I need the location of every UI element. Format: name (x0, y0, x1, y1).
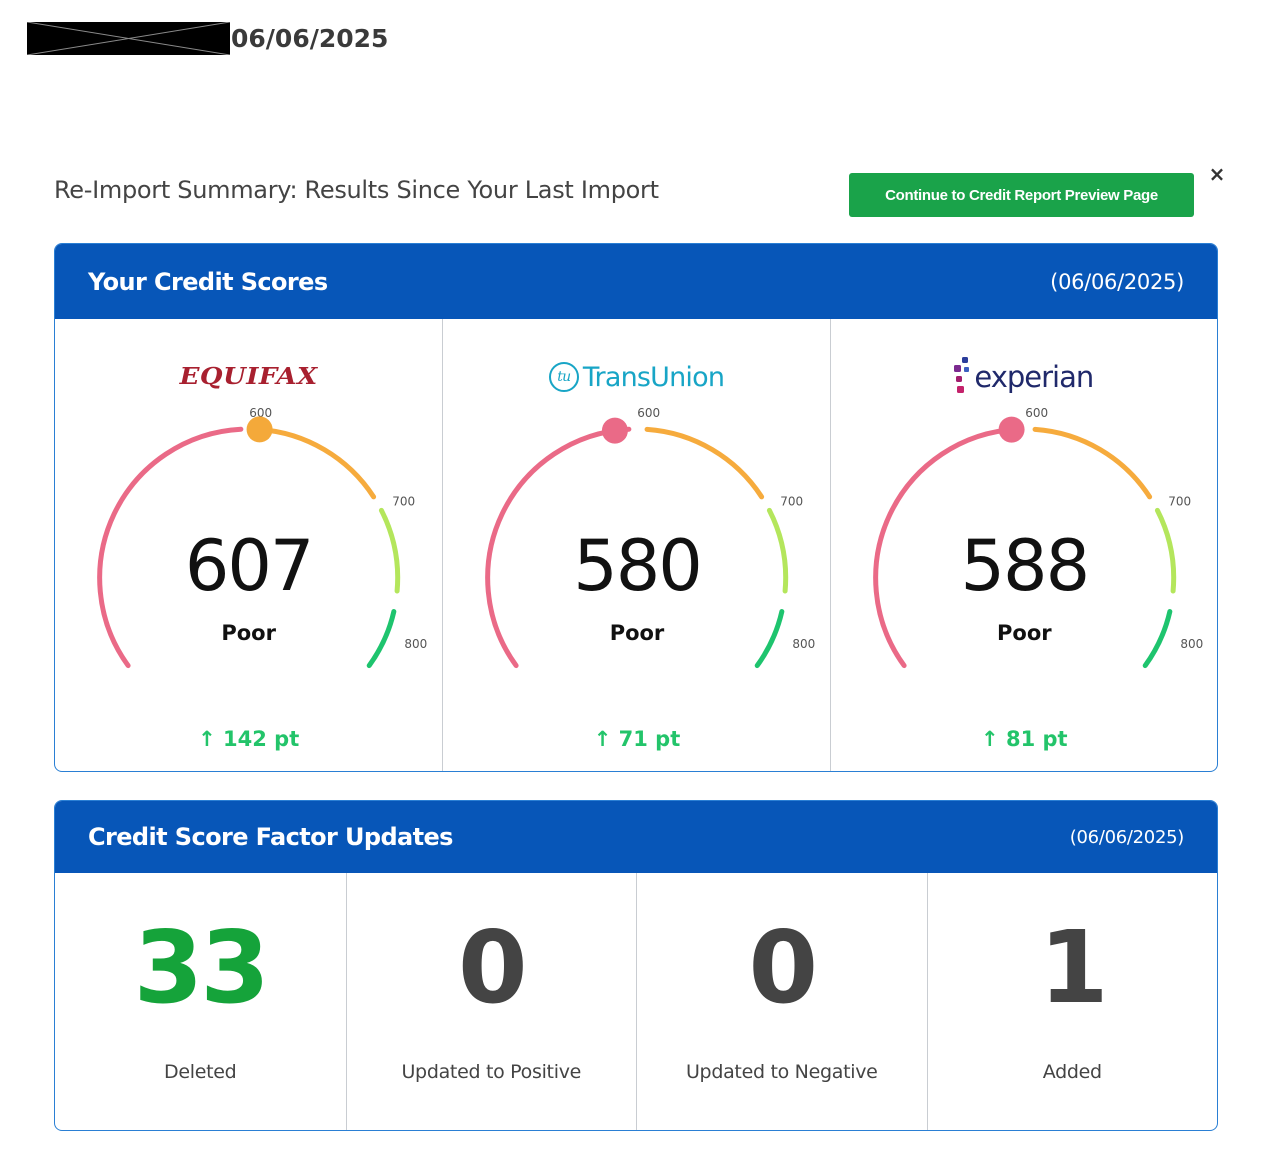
score-change: ↑ 81 pt (831, 727, 1217, 751)
score-rating: Poor (609, 621, 665, 645)
fair-segment (1032, 426, 1152, 500)
fair-segment (256, 426, 377, 500)
factor-count: 0 (457, 909, 528, 1026)
arrow-up-icon: ↑ (981, 727, 1006, 751)
bureau-equifax: EQUIFAX 600 700 800 607 Poor ↑ 142 pt (55, 319, 442, 771)
header-date: 06/06/2025 (231, 24, 389, 53)
factor-label: Updated to Negative (685, 1061, 878, 1083)
factor-updated-negative: 0 Updated to Negative (636, 873, 927, 1130)
credit-scores-title: Your Credit Scores (88, 267, 328, 296)
bureau-scores: EQUIFAX 600 700 800 607 Poor ↑ 142 pt tu T… (55, 319, 1217, 771)
close-icon[interactable]: × (1206, 162, 1228, 186)
factor-counts: 33 Deleted 0 Updated to Positive 0 Updat… (55, 873, 1217, 1130)
credit-scores-date: (06/06/2025) (1050, 269, 1184, 294)
score-marker (998, 416, 1025, 443)
factor-added: 1 Added (926, 873, 1218, 1130)
tick-600: 600 (638, 406, 661, 420)
score-change: ↑ 71 pt (443, 727, 830, 751)
tick-600: 600 (1025, 406, 1048, 420)
factor-count: 33 (133, 909, 270, 1026)
factor-updated-positive: 0 Updated to Positive (345, 873, 637, 1130)
score-marker (246, 416, 273, 443)
factor-deleted: 33 Deleted (55, 873, 346, 1130)
factor-updates-header: Credit Score Factor Updates (06/06/2025) (55, 801, 1217, 873)
bureau-transunion: tu TransUnion 600 700 800 580 Poor ↑ 71 pt (442, 319, 829, 771)
bureau-experian: experian 600 700 800 588 Poor ↑ 81 pt (829, 319, 1217, 771)
credit-scores-header: Your Credit Scores (06/06/2025) (55, 244, 1217, 319)
score-change: ↑ 142 pt (55, 727, 442, 751)
factor-updates-panel: Credit Score Factor Updates (06/06/2025)… (54, 800, 1218, 1131)
arrow-up-icon: ↑ (198, 727, 224, 751)
factor-count: 0 (748, 909, 818, 1026)
score-value: 607 (184, 525, 315, 607)
redacted-name (27, 22, 230, 55)
tick-700: 700 (781, 495, 804, 509)
score-value: 588 (960, 525, 1091, 607)
score-rating: Poor (997, 621, 1052, 645)
tick-700: 700 (1168, 495, 1191, 509)
credit-scores-panel: Your Credit Scores (06/06/2025) EQUIFAX … (54, 243, 1218, 772)
factor-count: 1 (1038, 909, 1109, 1026)
score-value: 580 (573, 525, 703, 607)
tick-700: 700 (392, 495, 415, 509)
score-change-value: 142 pt (223, 727, 300, 751)
factor-updates-date: (06/06/2025) (1069, 826, 1185, 848)
score-change-value: 81 pt (1005, 727, 1068, 751)
continue-to-preview-button[interactable]: Continue to Credit Report Preview Page (849, 173, 1194, 217)
factor-updates-title: Credit Score Factor Updates (88, 823, 453, 851)
factor-label: Deleted (164, 1061, 237, 1083)
fair-segment (644, 426, 765, 500)
summary-title: Re-Import Summary: Results Since Your La… (54, 176, 659, 204)
score-change-value: 71 pt (618, 727, 681, 751)
factor-label: Added (1042, 1061, 1102, 1083)
factor-label: Updated to Positive (401, 1061, 582, 1083)
arrow-up-icon: ↑ (593, 727, 619, 751)
score-marker (602, 417, 629, 444)
score-rating: Poor (221, 621, 276, 645)
